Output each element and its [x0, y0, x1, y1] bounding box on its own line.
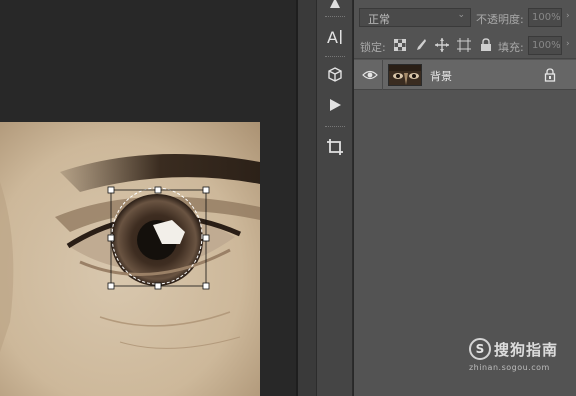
svg-text:A: A	[327, 28, 338, 46]
fill-dropdown-icon[interactable]: ›	[566, 39, 570, 49]
opacity-label: 不透明度:	[476, 13, 524, 26]
panel-grip[interactable]	[325, 56, 345, 58]
eye-photo	[0, 122, 260, 396]
opacity-value: 100%	[532, 12, 561, 23]
lock-transparent-pixels-icon[interactable]	[392, 37, 408, 53]
layer-thumbnail[interactable]	[388, 64, 422, 86]
lock-position-icon[interactable]	[434, 37, 450, 53]
lock-image-pixels-icon[interactable]	[412, 37, 428, 53]
layer-name[interactable]: 背景	[430, 68, 452, 84]
eye-icon[interactable]	[362, 68, 378, 82]
lock-label: 锁定:	[360, 41, 386, 54]
layers-panel: 正常 ⌄ 不透明度: 100% › 锁定: 填充: 100% › 背景 S 搜狗…	[354, 0, 576, 396]
lock-artboard-icon[interactable]	[456, 37, 472, 53]
fill-value: 100%	[532, 40, 561, 51]
text-tool-icon[interactable]: A	[317, 22, 353, 52]
panel-grip[interactable]	[325, 16, 345, 18]
lock-all-icon[interactable]	[478, 37, 494, 53]
opacity-input[interactable]: 100%	[528, 8, 562, 27]
blend-mode-select[interactable]: 正常 ⌄	[359, 8, 471, 27]
panel-gutter	[298, 0, 316, 396]
canvas-area[interactable]	[0, 0, 296, 396]
opacity-dropdown-icon[interactable]: ›	[566, 11, 570, 21]
watermark: S 搜狗指南 zhinan.sogou.com	[468, 338, 558, 372]
panel-divider	[354, 58, 576, 59]
3d-object-icon[interactable]	[317, 60, 353, 90]
sogou-logo-icon: S	[468, 338, 491, 360]
blend-mode-value: 正常	[368, 13, 390, 26]
chevron-down-icon: ⌄	[457, 10, 465, 20]
play-icon[interactable]	[317, 90, 353, 120]
panel-grip[interactable]	[325, 126, 345, 128]
layer-row[interactable]: 背景	[354, 60, 576, 90]
blend-row: 正常 ⌄ 不透明度: 100% ›	[354, 6, 576, 28]
fill-label: 填充:	[498, 41, 524, 54]
layer-separator	[382, 60, 383, 90]
crop-tool-icon[interactable]	[317, 132, 353, 162]
fill-input[interactable]: 100%	[528, 36, 562, 55]
watermark-url: zhinan.sogou.com	[468, 363, 550, 372]
document-image[interactable]	[0, 122, 260, 396]
lock-icon	[544, 68, 556, 82]
watermark-logo: S 搜狗指南	[468, 338, 558, 360]
lock-row: 锁定: 填充: 100% ›	[354, 34, 576, 56]
tool-column: A	[316, 0, 353, 396]
watermark-brand: 搜狗指南	[493, 340, 558, 359]
